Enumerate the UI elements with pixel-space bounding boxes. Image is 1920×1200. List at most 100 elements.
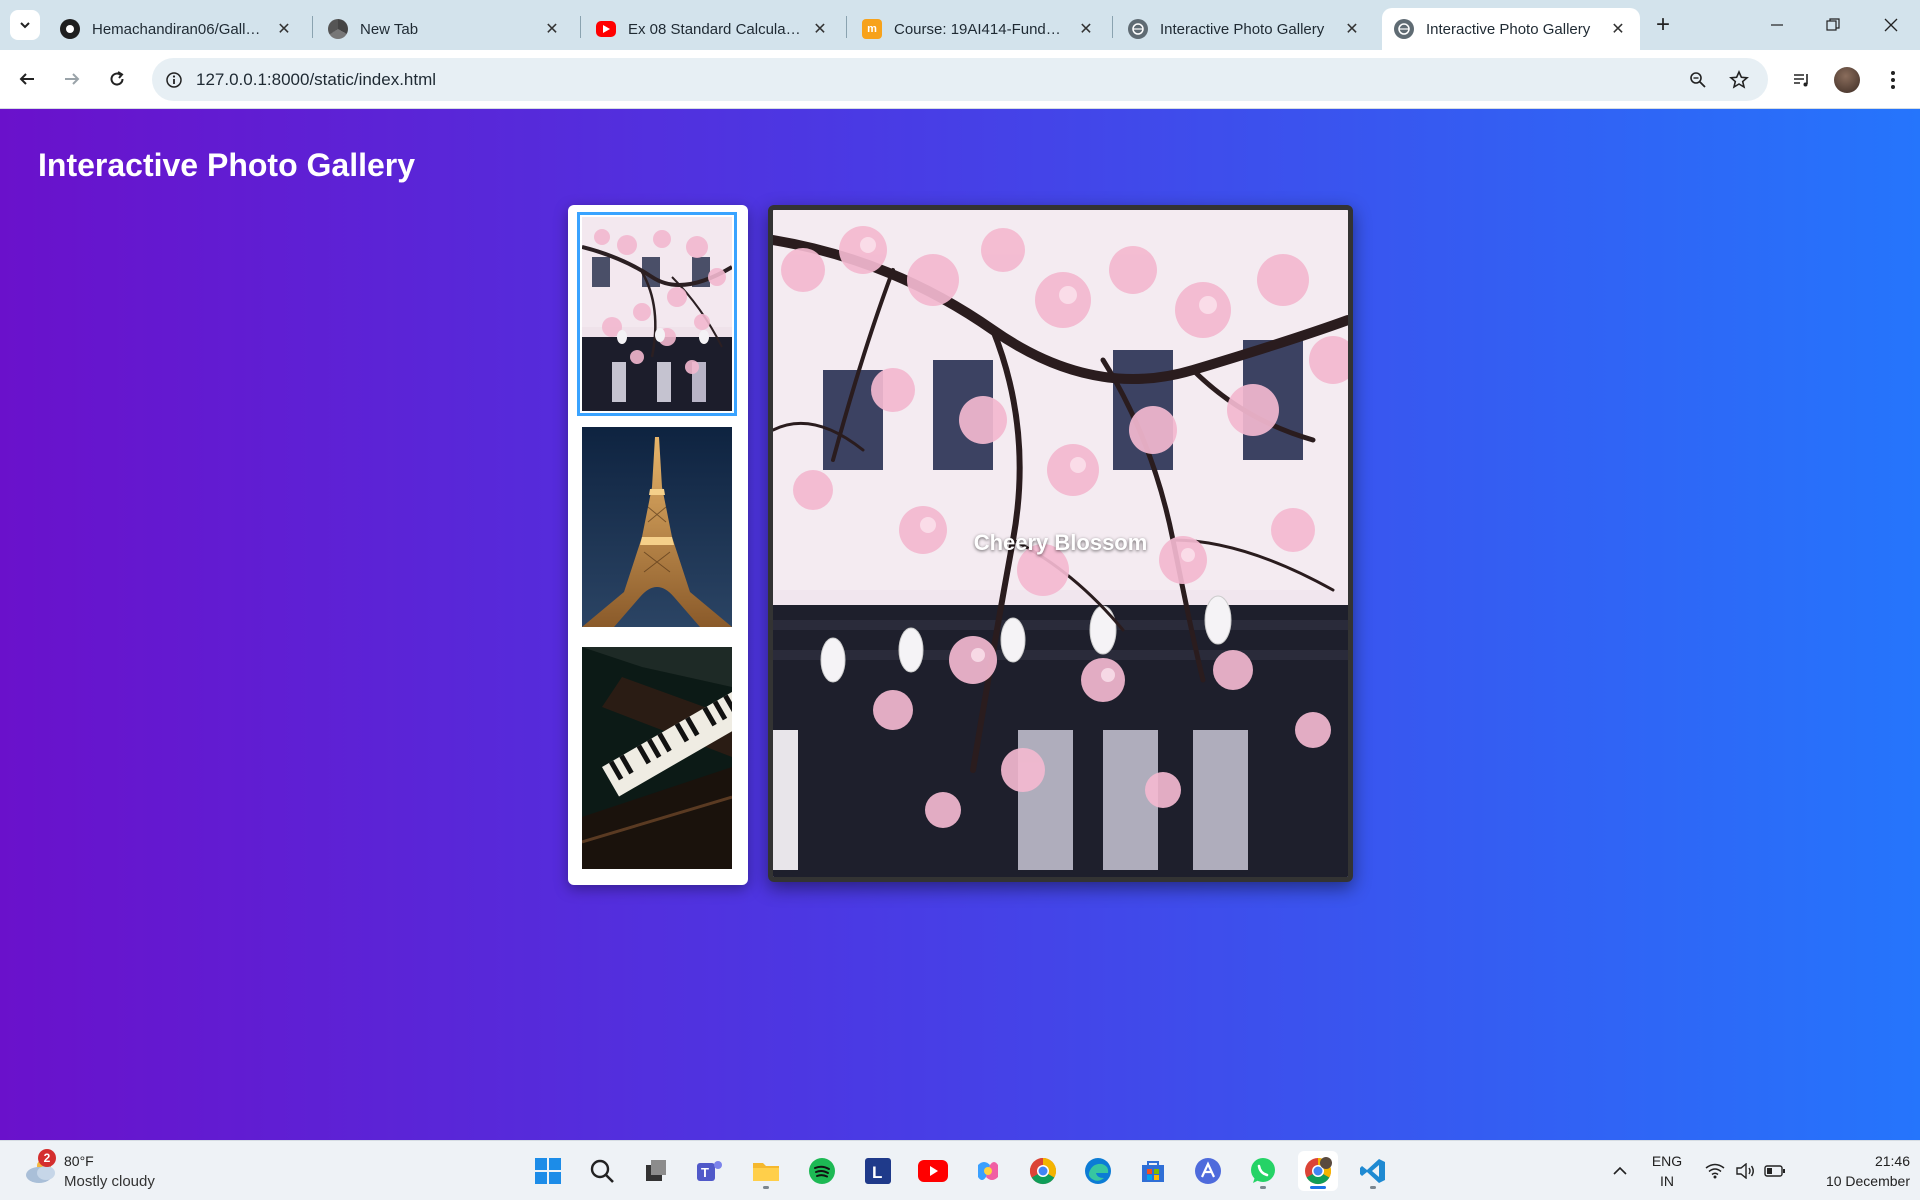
task-view-icon[interactable] <box>636 1151 676 1191</box>
reload-button[interactable] <box>102 64 132 94</box>
moodle-icon: m <box>862 19 882 39</box>
copilot-icon[interactable] <box>968 1151 1008 1191</box>
address-bar[interactable]: 127.0.0.1:8000/static/index.html <box>152 58 1768 101</box>
wifi-icon[interactable] <box>1700 1149 1730 1193</box>
tab-gallery-active[interactable]: Interactive Photo Gallery ✕ <box>1382 8 1640 50</box>
more-vertical-icon <box>1891 71 1895 89</box>
svg-text:L: L <box>872 1163 882 1182</box>
l-app-icon[interactable]: L <box>858 1151 898 1191</box>
system-clock[interactable]: 21:46 10 December <box>1800 1151 1910 1191</box>
store-icon[interactable] <box>1133 1151 1173 1191</box>
youtube-icon[interactable] <box>913 1151 953 1191</box>
edge-icon[interactable] <box>1078 1151 1118 1191</box>
tab-gallery[interactable]: Interactive Photo Gallery ✕ <box>1116 8 1374 50</box>
tab-github[interactable]: Hemachandiran06/Gallery ✕ <box>48 8 306 50</box>
minimize-icon <box>1771 24 1783 26</box>
close-icon <box>1884 18 1898 32</box>
media-queue-icon <box>1794 74 1808 87</box>
youtube-icon <box>596 21 616 37</box>
notification-badge: 2 <box>38 1149 56 1167</box>
tab-new-tab[interactable]: New Tab ✕ <box>316 8 574 50</box>
main-image-frame[interactable]: Cheery Blossom <box>768 205 1353 882</box>
bookmark-star-icon[interactable] <box>1727 68 1751 92</box>
close-icon[interactable]: ✕ <box>1342 19 1362 39</box>
image-caption: Cheery Blossom <box>973 530 1148 555</box>
language-code: ENG <box>1651 1153 1683 1169</box>
profile-button[interactable] <box>1832 65 1862 95</box>
chevron-down-icon <box>20 22 30 29</box>
language-indicator[interactable]: ENG IN <box>1644 1151 1690 1191</box>
page-viewport: Interactive Photo Gallery Cheery Blossom <box>0 109 1920 1140</box>
arrow-left-icon <box>19 73 34 85</box>
clock-time: 21:46 <box>1874 1153 1910 1169</box>
vscode-icon[interactable] <box>1353 1151 1393 1191</box>
close-icon[interactable]: ✕ <box>542 19 562 39</box>
tab-search-button[interactable] <box>10 10 40 40</box>
tab-divider <box>1112 16 1113 38</box>
tab-divider <box>312 16 313 38</box>
close-icon[interactable]: ✕ <box>1076 19 1096 39</box>
weather-temperature: 80°F <box>64 1153 94 1169</box>
thumbnail-cherry-blossom[interactable] <box>577 212 737 416</box>
media-control-button[interactable] <box>1787 65 1817 95</box>
search-icon[interactable] <box>582 1151 622 1191</box>
new-tab-button[interactable]: + <box>1650 11 1676 38</box>
tab-title: New Tab <box>360 20 419 38</box>
thumbnail-piano[interactable] <box>582 647 732 869</box>
forward-button[interactable] <box>57 64 87 94</box>
arrow-right-icon <box>65 73 80 85</box>
close-icon[interactable]: ✕ <box>810 19 830 39</box>
teams-icon[interactable]: T <box>690 1151 730 1191</box>
app-icon[interactable] <box>1188 1151 1228 1191</box>
tab-title: Interactive Photo Gallery <box>1426 20 1591 38</box>
weather-condition: Mostly cloudy <box>64 1173 155 1190</box>
chevron-up-icon <box>1613 1166 1627 1175</box>
close-icon[interactable]: ✕ <box>1608 19 1628 39</box>
weather-widget[interactable]: 2 80°F Mostly cloudy <box>20 1149 190 1193</box>
piano-image <box>582 647 732 869</box>
chrome-icon[interactable] <box>1023 1151 1063 1191</box>
chrome-active-icon[interactable] <box>1298 1151 1338 1191</box>
running-indicator <box>1370 1186 1376 1189</box>
close-window-button[interactable] <box>1866 8 1916 42</box>
github-icon <box>60 19 80 39</box>
tab-title: Interactive Photo Gallery <box>1160 20 1325 38</box>
avatar <box>1834 67 1860 93</box>
url-text[interactable]: 127.0.0.1:8000/static/index.html <box>196 70 436 90</box>
site-info-icon[interactable] <box>162 68 186 92</box>
restore-button[interactable] <box>1808 8 1858 42</box>
tab-title: Ex 08 Standard Calculator [ <box>628 20 802 38</box>
menu-button[interactable] <box>1878 65 1908 95</box>
battery-icon[interactable] <box>1760 1149 1790 1193</box>
start-icon[interactable] <box>528 1151 568 1191</box>
running-indicator <box>1260 1186 1266 1189</box>
back-button[interactable] <box>12 64 42 94</box>
tab-divider <box>580 16 581 38</box>
whatsapp-icon[interactable] <box>1243 1151 1283 1191</box>
file-explorer-icon[interactable] <box>746 1151 786 1191</box>
minimize-button[interactable] <box>1752 8 1802 42</box>
close-icon[interactable]: ✕ <box>274 19 294 39</box>
active-indicator <box>1310 1186 1326 1189</box>
tab-title: Course: 19AI414-Fundame <box>894 20 1068 38</box>
tab-youtube[interactable]: Ex 08 Standard Calculator [ ✕ <box>584 8 842 50</box>
restore-icon <box>1826 18 1840 31</box>
page-title: Interactive Photo Gallery <box>38 147 416 183</box>
globe-icon <box>1128 19 1148 39</box>
globe-icon <box>1394 19 1414 39</box>
browser-tab-strip: Hemachandiran06/Gallery ✕ New Tab ✕ Ex 0… <box>0 0 1920 50</box>
thumbnail-panel <box>568 205 748 885</box>
tab-course[interactable]: m Course: 19AI414-Fundame ✕ <box>850 8 1108 50</box>
windows-taskbar: 2 80°F Mostly cloudy T L ENG IN 21:46 10… <box>0 1140 1920 1200</box>
volume-icon[interactable] <box>1730 1149 1760 1193</box>
zoom-icon[interactable] <box>1686 68 1710 92</box>
svg-text:T: T <box>701 1165 709 1180</box>
reload-icon <box>110 71 124 86</box>
browser-toolbar: 127.0.0.1:8000/static/index.html <box>0 50 1920 109</box>
spotify-icon[interactable] <box>802 1151 842 1191</box>
show-hidden-icons-button[interactable] <box>1604 1149 1636 1193</box>
thumbnail-eiffel-tower[interactable] <box>582 427 732 627</box>
chrome-icon <box>328 19 348 39</box>
tab-title: Hemachandiran06/Gallery <box>92 20 266 38</box>
eiffel-tower-image <box>582 427 732 627</box>
